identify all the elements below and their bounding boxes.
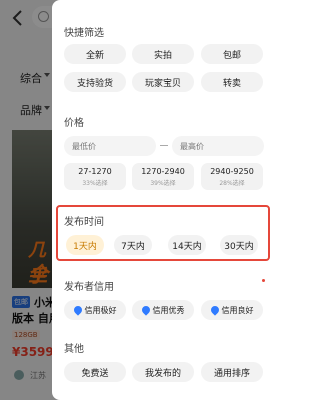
quick-filter-real-photo[interactable]: 实拍 [132,44,194,64]
publisher-credit-title: 发布者信用 [64,282,114,293]
quick-filter-new[interactable]: 全新 [64,44,126,64]
credit-excellent[interactable]: 信用极好 [64,300,126,320]
credit-label: 信用极好 [84,305,117,315]
credit-very-good[interactable]: 信用优秀 [132,300,194,320]
quick-filter-resell[interactable]: 转卖 [201,72,263,92]
min-price-input[interactable] [64,136,156,156]
credit-icon [139,304,152,316]
publish-time-7-days[interactable]: 7天内 [114,235,152,255]
other-free-gift[interactable]: 免费送 [64,362,126,382]
price-range-percent: 33%选择 [82,179,108,187]
publish-time-30-days[interactable]: 30天内 [220,235,258,255]
quick-filter-free-shipping[interactable]: 包邮 [201,44,263,64]
price-range-label: 2940-9250 [210,166,254,176]
price-title: 价格 [64,118,84,129]
price-range-label: 1270-2940 [141,166,185,176]
price-range-label: 27-1270 [78,166,112,176]
price-range-percent: 28%选择 [219,179,245,187]
price-range-option[interactable]: 2940-9250 28%选择 [201,163,263,190]
credit-icon [71,304,84,316]
other-general-sort[interactable]: 通用排序 [201,362,263,382]
credit-good[interactable]: 信用良好 [201,300,263,320]
quick-filter-inspection[interactable]: 支持验货 [64,72,126,92]
notification-dot [262,279,265,282]
price-separator [160,145,168,146]
filter-panel: 快捷筛选 全新 实拍 包邮 支持验货 玩家宝贝 转卖 价格 27-1270 33… [52,0,275,400]
price-range-option[interactable]: 1270-2940 39%选择 [132,163,194,190]
publish-time-14-days[interactable]: 14天内 [168,235,206,255]
quick-filter-player-item[interactable]: 玩家宝贝 [132,72,194,92]
credit-label: 信用良好 [221,305,254,315]
quick-filter-title: 快捷筛选 [64,28,104,39]
max-price-input[interactable] [172,136,264,156]
price-range-option[interactable]: 27-1270 33%选择 [64,163,126,190]
publish-time-title: 发布时间 [64,217,104,228]
other-title: 其他 [64,344,84,355]
credit-label: 信用优秀 [152,305,185,315]
credit-icon [208,304,221,316]
price-range-percent: 39%选择 [150,179,176,187]
publish-time-1-day[interactable]: 1天内 [66,235,104,255]
other-my-posts[interactable]: 我发布的 [132,362,194,382]
